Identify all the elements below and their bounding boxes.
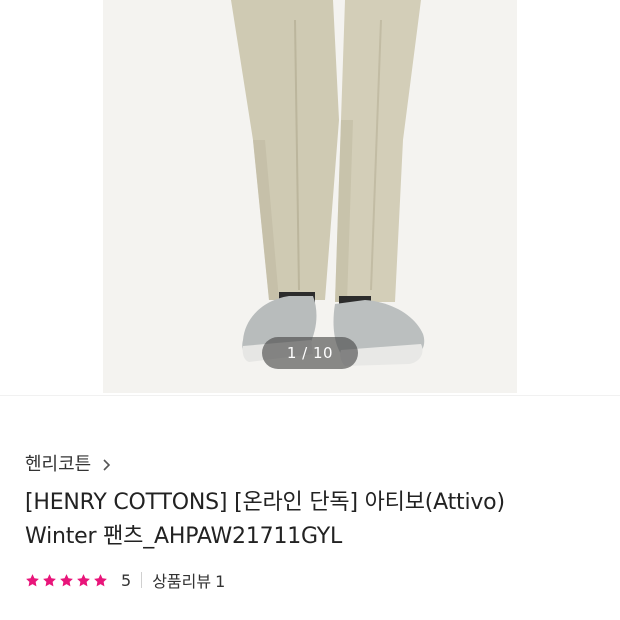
product-title-line-1: [HENRY COTTONS] [온라인 단독] 아티보(Attivo) [25, 490, 505, 515]
review-link[interactable]: 상품리뷰 1 [152, 568, 225, 592]
star-icon [25, 573, 40, 588]
product-image-gallery[interactable]: 1 / 10 [0, 0, 620, 395]
rating-score: 5 [121, 570, 132, 590]
star-icon [93, 573, 108, 588]
rating-separator [141, 572, 143, 588]
brand-link[interactable]: 헨리코튼 [25, 449, 113, 477]
product-photo[interactable] [103, 0, 517, 393]
product-title-line-2: Winter 팬츠_AHPAW21711GYL [25, 524, 343, 549]
star-icon [42, 573, 57, 588]
rating-stars [25, 573, 108, 588]
review-count: 1 [215, 572, 226, 591]
star-icon [59, 573, 74, 588]
section-divider [0, 395, 620, 396]
review-label: 상품리뷰 [152, 572, 212, 591]
chevron-right-icon [101, 456, 113, 471]
pants-photo-illustration [103, 0, 517, 393]
brand-name: 헨리코튼 [25, 454, 92, 475]
image-counter: 1 / 10 [262, 337, 358, 369]
product-rating[interactable]: 5 상품리뷰 1 [25, 568, 225, 592]
product-title: [HENRY COTTONS] [온라인 단독] 아티보(Attivo) Win… [25, 486, 600, 554]
star-icon [76, 573, 91, 588]
